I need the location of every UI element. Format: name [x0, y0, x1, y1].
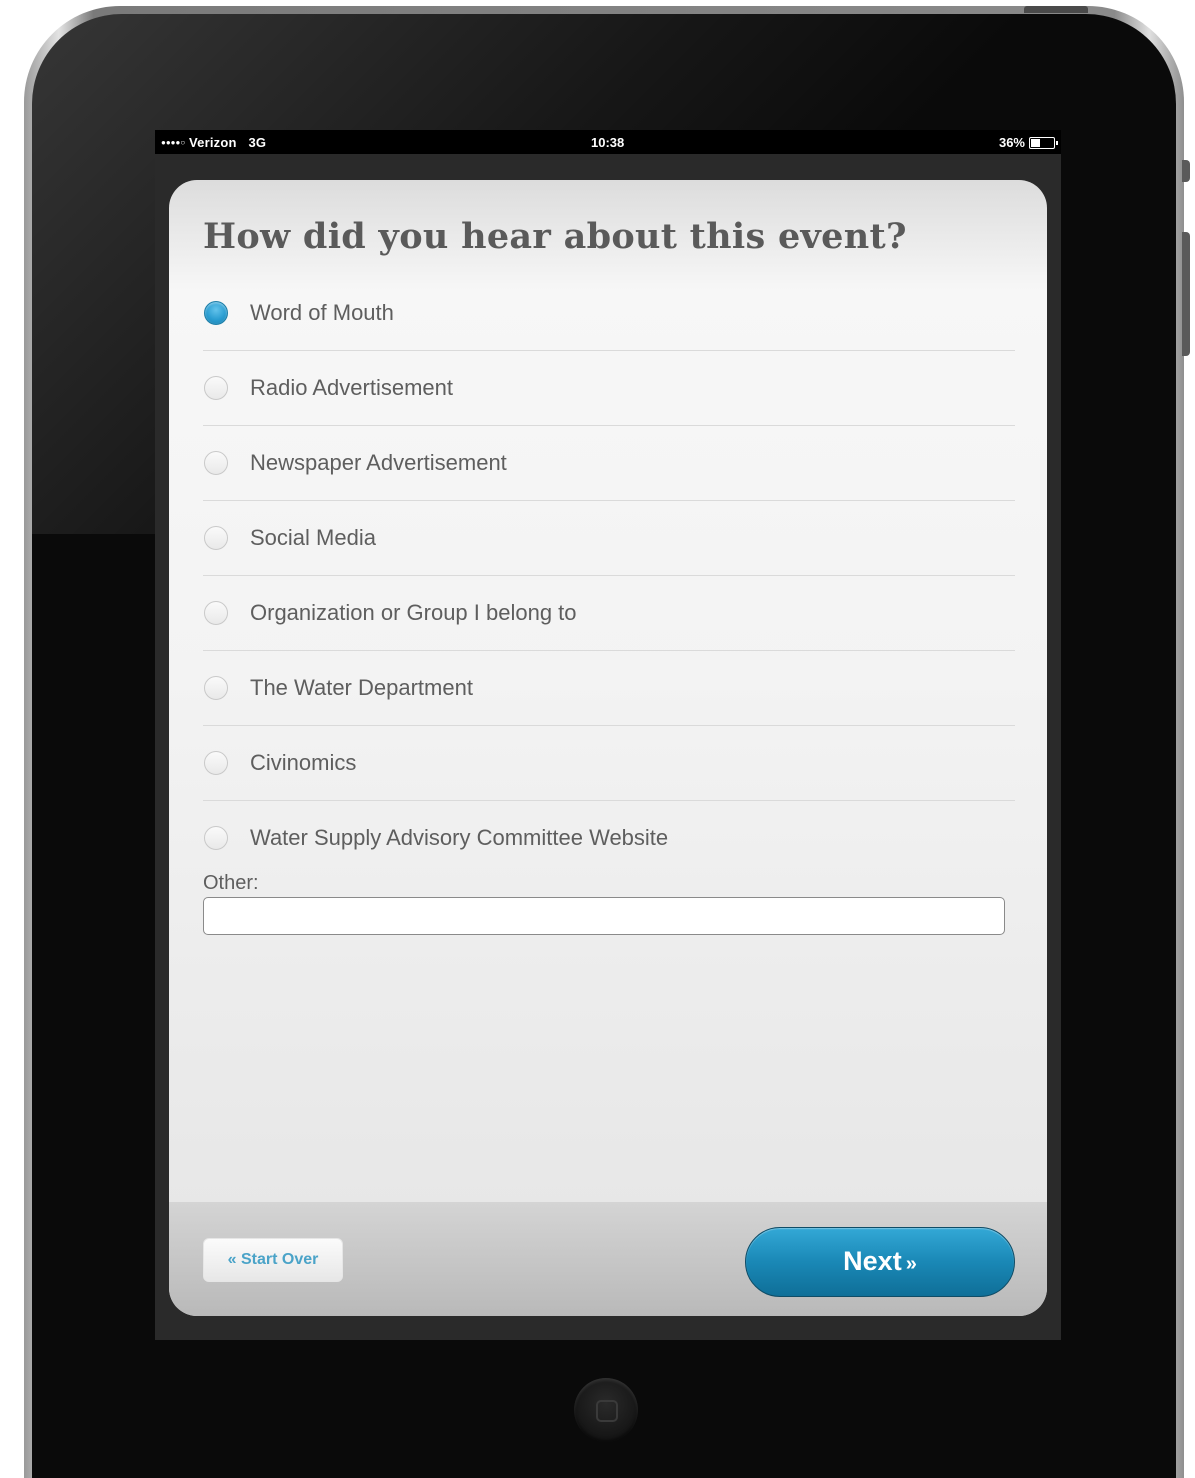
- radio-unchecked-icon[interactable]: [204, 751, 228, 775]
- survey-card: How did you hear about this event? Word …: [169, 180, 1047, 1316]
- battery-icon: [1029, 136, 1058, 149]
- radio-unchecked-icon[interactable]: [204, 376, 228, 400]
- option-item[interactable]: Social Media: [203, 501, 1015, 576]
- radio-unchecked-icon[interactable]: [204, 676, 228, 700]
- footer-bar: « Start Over Next»: [169, 1202, 1047, 1316]
- option-label: Water Supply Advisory Committee Website: [250, 825, 669, 850]
- radio-checked-icon[interactable]: [204, 301, 228, 325]
- option-item[interactable]: The Water Department: [203, 651, 1015, 726]
- option-item[interactable]: Civinomics: [203, 726, 1015, 801]
- radio-unchecked-icon[interactable]: [204, 601, 228, 625]
- network-type: 3G: [248, 135, 267, 150]
- status-bar: ●●●●○ Verizon 3G 10:38 36%: [155, 130, 1061, 154]
- option-label: Newspaper Advertisement: [250, 450, 507, 475]
- screen: ●●●●○ Verizon 3G 10:38 36% How did you h…: [155, 130, 1061, 1340]
- question-title: How did you hear about this event?: [203, 216, 907, 257]
- other-input[interactable]: [203, 897, 1005, 935]
- next-label: Next: [843, 1246, 902, 1276]
- radio-unchecked-icon[interactable]: [204, 526, 228, 550]
- option-item[interactable]: Organization or Group I belong to: [203, 576, 1015, 651]
- battery-percent: 36%: [998, 135, 1025, 150]
- status-carrier-group: ●●●●○ Verizon 3G: [161, 135, 266, 150]
- option-label: Social Media: [250, 525, 376, 550]
- status-time: 10:38: [591, 135, 625, 150]
- other-label: Other:: [203, 872, 259, 894]
- signal-strength-icon: ●●●●○: [161, 138, 186, 147]
- option-item[interactable]: Water Supply Advisory Committee Website: [203, 801, 1015, 875]
- battery-group: 36%: [998, 135, 1058, 150]
- start-over-button[interactable]: « Start Over: [203, 1238, 343, 1282]
- next-arrow-icon: »: [905, 1253, 917, 1275]
- next-button[interactable]: Next»: [745, 1227, 1015, 1297]
- option-item[interactable]: Newspaper Advertisement: [203, 426, 1015, 501]
- carrier-name: Verizon: [188, 135, 237, 150]
- option-label: Word of Mouth: [250, 300, 394, 325]
- radio-unchecked-icon[interactable]: [204, 826, 228, 850]
- home-button[interactable]: [574, 1378, 638, 1442]
- option-item[interactable]: Word of Mouth: [203, 276, 1015, 351]
- sleep-button: [1024, 6, 1088, 13]
- option-label: Radio Advertisement: [250, 375, 453, 400]
- mute-switch: [1182, 160, 1190, 182]
- radio-unchecked-icon[interactable]: [204, 451, 228, 475]
- options-list: Word of Mouth Radio Advertisement Newspape…: [203, 276, 1015, 875]
- option-label: The Water Department: [250, 675, 473, 700]
- volume-buttons: [1182, 232, 1190, 356]
- option-label: Organization or Group I belong to: [250, 600, 577, 625]
- option-item[interactable]: Radio Advertisement: [203, 351, 1015, 426]
- option-label: Civinomics: [250, 750, 357, 775]
- home-square-icon: [596, 1400, 618, 1422]
